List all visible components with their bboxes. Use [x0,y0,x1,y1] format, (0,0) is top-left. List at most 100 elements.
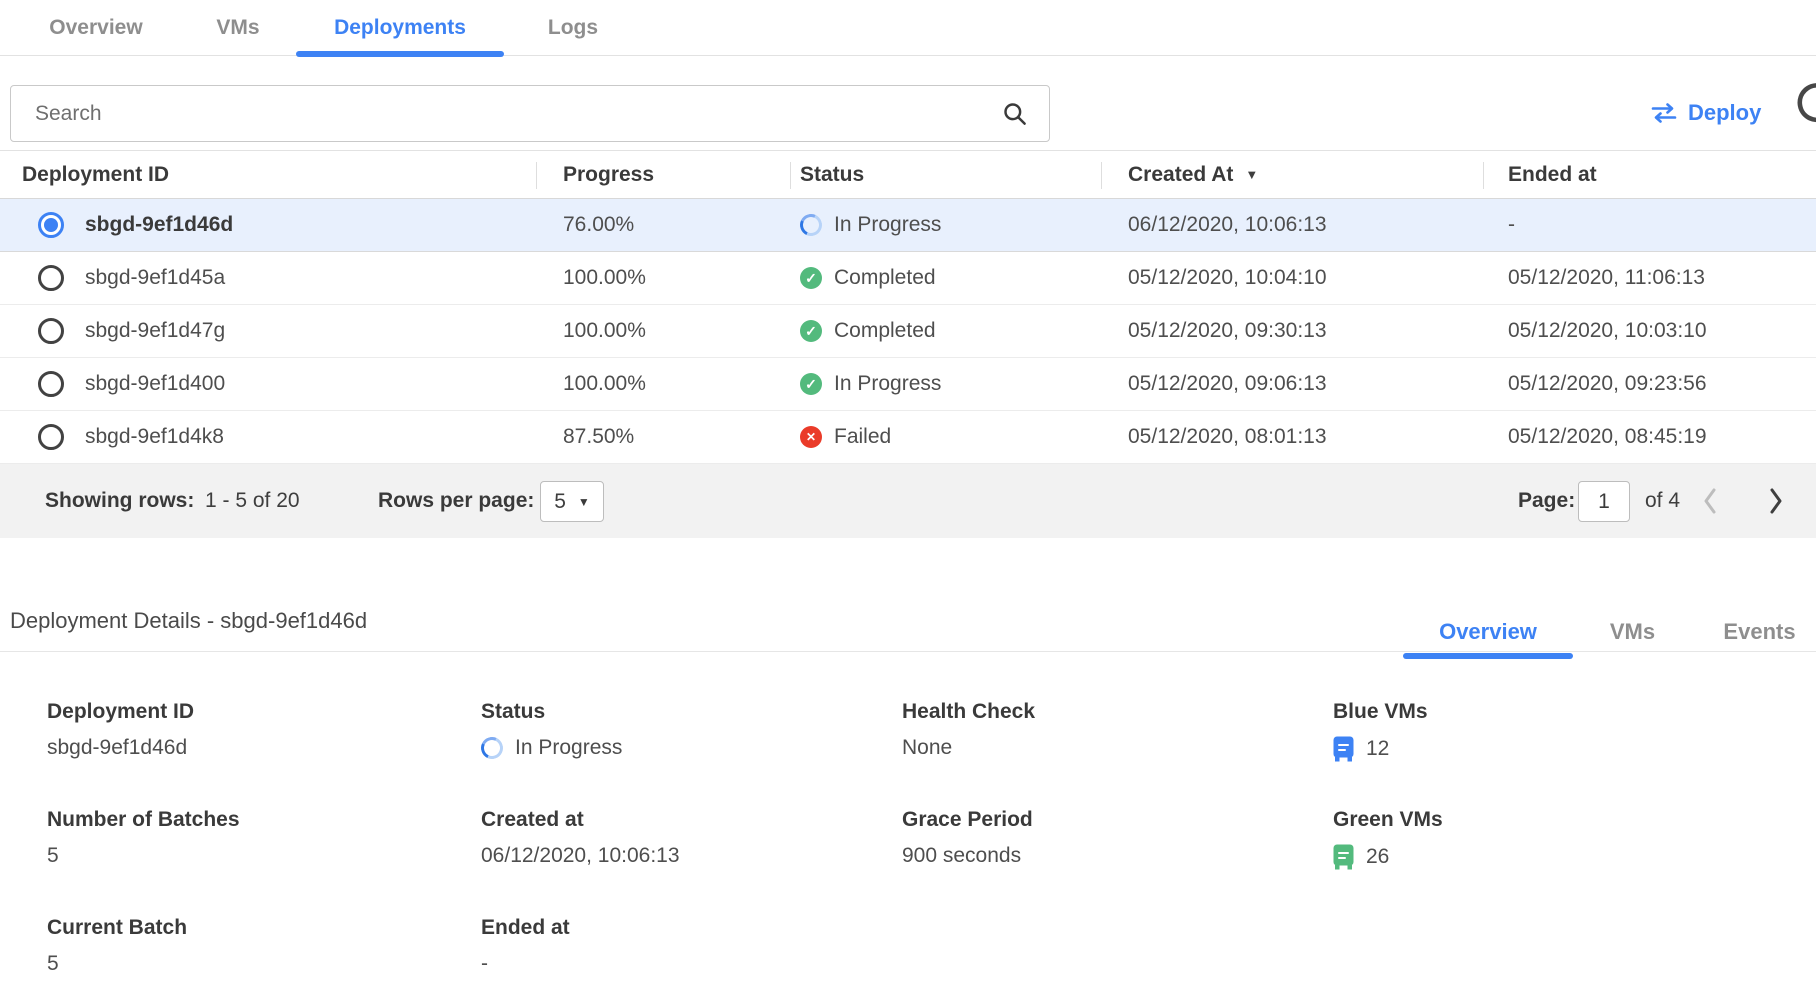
swap-arrows-icon [1650,102,1678,124]
row-radio[interactable] [38,265,64,291]
chevron-left-icon [1702,487,1718,515]
table-pagination-bar: Showing rows: 1 - 5 of 20 Rows per page:… [0,464,1816,538]
search-field-wrap [10,85,1050,142]
row-radio-selected[interactable] [38,212,64,238]
rows-per-page-label: Rows per page: [378,464,534,538]
vm-server-blue-icon [1333,736,1354,762]
tab-logs[interactable]: Logs [528,0,618,56]
cell-deployment-id: sbgd-9ef1d4k8 [85,411,224,463]
details-tab-vms[interactable]: VMs [1590,612,1675,652]
header-deployment-id: Deployment ID [22,151,169,198]
cell-progress: 87.50% [563,411,634,463]
field-deployment-id: Deployment ID sbgd-9ef1d46d [47,694,481,802]
showing-rows-label: Showing rows: [45,464,194,538]
cell-progress: 100.00% [563,358,646,410]
details-tab-events[interactable]: Events [1712,612,1807,652]
page-label: Page: [1518,464,1575,538]
details-tab-overview-label: Overview [1439,619,1537,645]
cell-deployment-id: sbgd-9ef1d45a [85,252,225,304]
cell-status: ✕ Failed [800,411,891,463]
cell-progress: 100.00% [563,252,646,304]
cell-created-at: 06/12/2020, 10:06:13 [1128,199,1327,251]
tab-vms[interactable]: VMs [196,0,280,56]
row-radio[interactable] [38,318,64,344]
active-tab-underline [1403,653,1573,659]
next-page-button[interactable] [1768,464,1784,538]
refresh-icon[interactable] [1794,81,1816,127]
column-divider [1483,162,1484,189]
deploy-button-label: Deploy [1688,100,1761,126]
cell-deployment-id: sbgd-9ef1d400 [85,358,225,410]
table-row[interactable]: sbgd-9ef1d47g 100.00% ✓ Completed 05/12/… [0,305,1816,358]
deployments-page: Overview VMs Deployments Logs Deploy [0,0,1816,992]
deployments-table: Deployment ID Progress Status Created At… [0,150,1816,538]
page-number-input[interactable] [1578,481,1630,522]
column-divider [536,162,537,189]
cell-created-at: 05/12/2020, 10:04:10 [1128,252,1327,304]
table-row[interactable]: sbgd-9ef1d4k8 87.50% ✕ Failed 05/12/2020… [0,411,1816,464]
field-green-vms: Green VMs 26 [1333,802,1816,910]
cell-progress: 76.00% [563,199,634,251]
table-row[interactable]: sbgd-9ef1d45a 100.00% ✓ Completed 05/12/… [0,252,1816,305]
cell-progress: 100.00% [563,305,646,357]
cell-status: ✓ In Progress [800,358,941,410]
check-circle-icon: ✓ [800,267,822,289]
cell-ended-at: - [1508,199,1515,251]
cell-deployment-id: sbgd-9ef1d47g [85,305,225,357]
details-tab-vms-label: VMs [1610,619,1655,645]
deploy-button[interactable]: Deploy [1650,88,1761,138]
search-input[interactable] [10,85,1050,142]
field-blue-vms: Blue VMs 12 [1333,694,1816,802]
rows-per-page-select[interactable]: 5 ▼ [540,481,604,522]
tab-deployments[interactable]: Deployments [296,0,504,56]
cell-created-at: 05/12/2020, 09:30:13 [1128,305,1327,357]
header-status: Status [800,151,864,198]
top-tab-bar: Overview VMs Deployments Logs [0,0,1816,56]
details-tab-overview[interactable]: Overview [1403,612,1573,652]
cell-status: In Progress [800,199,941,251]
tab-deployments-label: Deployments [334,16,466,40]
row-radio[interactable] [38,371,64,397]
in-progress-spinner-icon [478,734,506,762]
cell-ended-at: 05/12/2020, 09:23:56 [1508,358,1707,410]
column-divider [790,162,791,189]
cell-ended-at: 05/12/2020, 10:03:10 [1508,305,1707,357]
field-ended-at: Ended at - [481,910,902,992]
field-created-at: Created at 06/12/2020, 10:06:13 [481,802,902,910]
header-progress: Progress [563,151,654,198]
check-circle-icon: ✓ [800,320,822,342]
sort-desc-icon: ▼ [1245,167,1258,182]
field-grace-period: Grace Period 900 seconds [902,802,1333,910]
cell-created-at: 05/12/2020, 08:01:13 [1128,411,1327,463]
details-grid: Deployment ID sbgd-9ef1d46d Status In Pr… [47,694,1816,992]
check-circle-icon: ✓ [800,373,822,395]
field-number-of-batches: Number of Batches 5 [47,802,481,910]
row-radio[interactable] [38,424,64,450]
in-progress-spinner-icon [797,211,825,239]
table-row[interactable]: sbgd-9ef1d400 100.00% ✓ In Progress 05/1… [0,358,1816,411]
cell-created-at: 05/12/2020, 09:06:13 [1128,358,1327,410]
cell-status: ✓ Completed [800,252,936,304]
prev-page-button[interactable] [1702,464,1718,538]
field-status: Status In Progress [481,694,902,802]
column-divider [1101,162,1102,189]
rows-per-page-value: 5 [554,490,566,514]
header-created-at[interactable]: Created At ▼ [1128,151,1258,198]
cell-deployment-id: sbgd-9ef1d46d [85,199,233,251]
tab-overview[interactable]: Overview [36,0,156,56]
search-icon[interactable] [1001,100,1028,127]
cell-ended-at: 05/12/2020, 08:45:19 [1508,411,1707,463]
tab-logs-label: Logs [548,16,598,40]
field-health-check: Health Check None [902,694,1333,802]
chevron-right-icon [1768,487,1784,515]
table-row[interactable]: sbgd-9ef1d46d 76.00% In Progress 06/12/2… [0,199,1816,252]
cell-ended-at: 05/12/2020, 11:06:13 [1508,252,1705,304]
field-current-batch: Current Batch 5 [47,910,481,992]
chevron-down-icon: ▼ [578,495,590,509]
table-header-row: Deployment ID Progress Status Created At… [0,150,1816,199]
x-circle-icon: ✕ [800,426,822,448]
active-tab-underline [296,51,504,57]
details-tab-events-label: Events [1723,619,1795,645]
page-total-label: of 4 [1645,464,1680,538]
vm-server-green-icon [1333,844,1354,870]
